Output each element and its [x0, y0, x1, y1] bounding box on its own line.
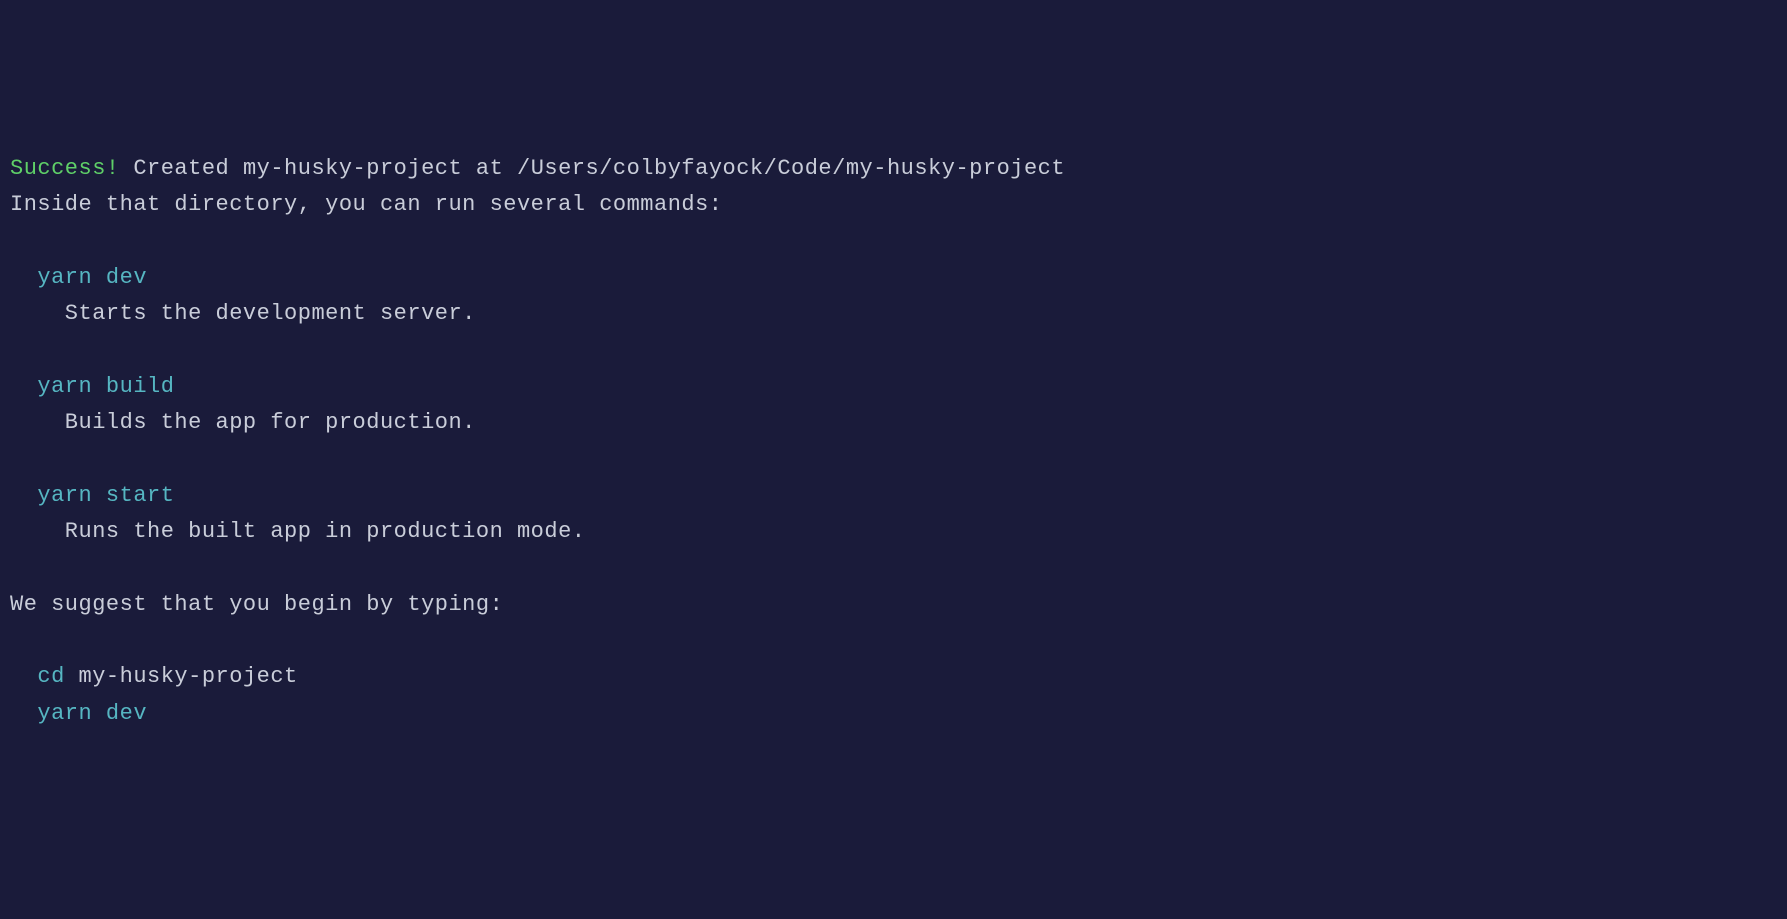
cd-argument: my-husky-project [65, 664, 298, 689]
yarn-dev-final: yarn dev [10, 701, 147, 726]
command-yarn-start: yarn start [10, 483, 174, 508]
success-label: Success! [10, 156, 120, 181]
suggest-message: We suggest that you begin by typing: [10, 592, 503, 617]
command-yarn-dev-desc: Starts the development server. [10, 301, 476, 326]
command-yarn-start-desc: Runs the built app in production mode. [10, 519, 586, 544]
command-yarn-build-desc: Builds the app for production. [10, 410, 476, 435]
command-yarn-build: yarn build [10, 374, 174, 399]
terminal-output: Success! Created my-husky-project at /Us… [10, 151, 1777, 732]
command-yarn-dev: yarn dev [10, 265, 147, 290]
created-message: Created my-husky-project at /Users/colby… [120, 156, 1065, 181]
cd-command: cd [10, 664, 65, 689]
directory-info: Inside that directory, you can run sever… [10, 192, 723, 217]
